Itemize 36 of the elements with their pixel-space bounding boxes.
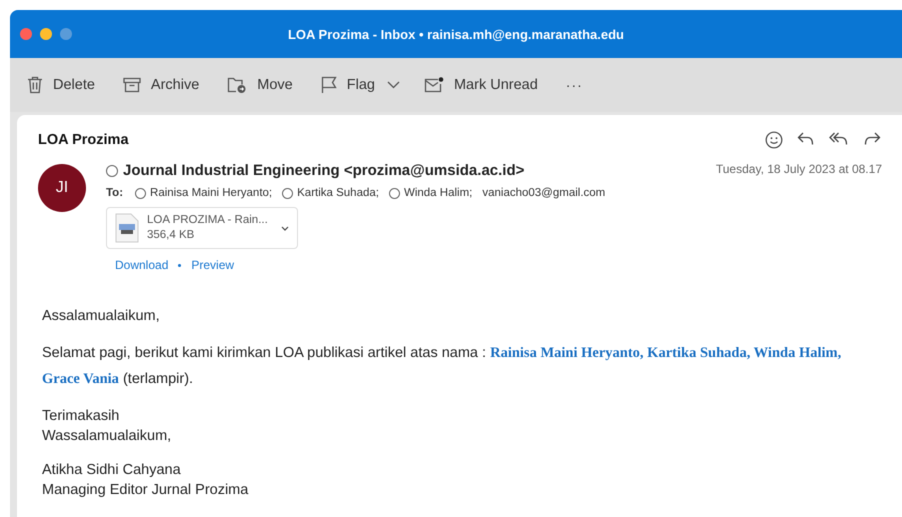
toolbar-button[interactable]: Mark Unread bbox=[420, 73, 541, 97]
recipient[interactable]: vaniacho03@gmail.com bbox=[482, 187, 606, 199]
pdf-file-icon bbox=[115, 213, 139, 243]
to-label: To: bbox=[106, 187, 124, 199]
smiley-icon[interactable] bbox=[764, 130, 784, 150]
message-subject: LOA Prozima bbox=[38, 132, 129, 148]
body-paragraph: Selamat pagi, berikut kami kirimkan LOA publikasi artikel atas nama : Rainisa Maini Heryanto, Kartika Suhada, Winda Halim, Grace Vania (terlampir). bbox=[42, 344, 842, 389]
flag-icon bbox=[320, 76, 337, 94]
chevron-icon bbox=[281, 226, 289, 230]
trash-icon bbox=[27, 76, 43, 94]
body-text: Terimakasih bbox=[42, 407, 120, 426]
toolbar-button[interactable]: Archive bbox=[120, 73, 202, 97]
envelope-icon bbox=[424, 77, 444, 93]
body-text: Wassalamualaikum, bbox=[42, 427, 172, 446]
recipient[interactable]: Kartika Suhada; bbox=[282, 187, 379, 199]
attachment-link[interactable]: Preview bbox=[191, 258, 234, 272]
message-date: Tuesday, 18 July 2023 at 08.17 bbox=[716, 162, 882, 176]
attachment-link[interactable]: Download bbox=[115, 258, 168, 272]
chevron-icon bbox=[386, 81, 400, 89]
toolbar-button[interactable]: Delete bbox=[24, 72, 98, 98]
sender-name[interactable]: Journal Industrial Engineering <prozima@umsida.ac.id> bbox=[106, 162, 524, 179]
archive-box-icon bbox=[122, 77, 141, 93]
minimize-button[interactable] bbox=[40, 28, 52, 40]
body-text: Managing Editor Jurnal Prozima bbox=[42, 481, 248, 500]
body-text: Assalamualaikum, bbox=[42, 307, 160, 326]
recipient[interactable]: Rainisa Maini Heryanto; bbox=[135, 187, 272, 199]
window-title: LOA Prozima - Inbox • rainisa.mh@eng.maranatha.edu bbox=[288, 26, 624, 42]
folder-icon bbox=[227, 76, 248, 94]
separator-dot bbox=[178, 264, 182, 266]
recipient[interactable]: Winda Halim; bbox=[388, 187, 472, 199]
body-text: Atikha Sidhi Cahyana bbox=[42, 461, 181, 480]
avatar: JI bbox=[38, 164, 86, 212]
toolbar-button[interactable]: Flag bbox=[318, 72, 378, 98]
attachment[interactable]: LOA PROZIMA - Rain... 356,4 KB bbox=[106, 207, 298, 249]
more-button[interactable]: ··· bbox=[562, 73, 586, 97]
toolbar-button[interactable]: Move bbox=[224, 72, 296, 98]
